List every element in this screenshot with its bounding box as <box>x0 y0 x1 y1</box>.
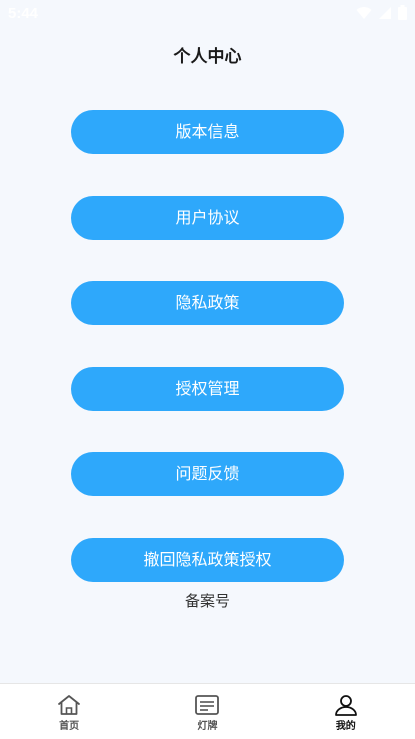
home-icon <box>58 695 81 715</box>
tab-sign-board-label: 灯牌 <box>197 721 218 732</box>
tab-sign-board[interactable]: 灯牌 <box>138 684 276 739</box>
authorization-management-button[interactable]: 授权管理 <box>71 366 344 411</box>
filing-number-link[interactable]: 备案号 <box>0 590 415 611</box>
tab-bar: 首页 灯牌 我的 <box>0 683 415 739</box>
page-title: 个人中心 <box>173 47 242 67</box>
user-agreement-button[interactable]: 用户协议 <box>71 195 344 240</box>
menu-list: 版本信息 用户协议 隐私政策 授权管理 问题反馈 撤回隐私政策授权 <box>71 110 344 623</box>
tab-home-label: 首页 <box>59 721 80 732</box>
status-time: 5:44 <box>8 5 39 22</box>
tab-mine-label: 我的 <box>335 721 356 732</box>
privacy-policy-button[interactable]: 隐私政策 <box>71 281 344 325</box>
tab-mine[interactable]: 我的 <box>277 684 415 739</box>
version-info-button[interactable]: 版本信息 <box>71 110 344 154</box>
status-icons <box>356 5 407 20</box>
signal-icon <box>379 6 391 19</box>
wifi-icon <box>356 6 372 19</box>
screen: 5:44 个人中心 版本信息 用户协议 隐私政策 授权管理 问题反馈 撤回隐私政… <box>0 0 415 739</box>
battery-icon <box>398 5 407 20</box>
revoke-privacy-authorization-button[interactable]: 撤回隐私政策授权 <box>71 537 344 582</box>
tab-home[interactable]: 首页 <box>0 684 138 739</box>
sign-board-icon <box>195 695 220 715</box>
status-bar: 5:44 <box>0 0 415 26</box>
user-icon <box>334 695 357 716</box>
feedback-button[interactable]: 问题反馈 <box>71 452 344 496</box>
